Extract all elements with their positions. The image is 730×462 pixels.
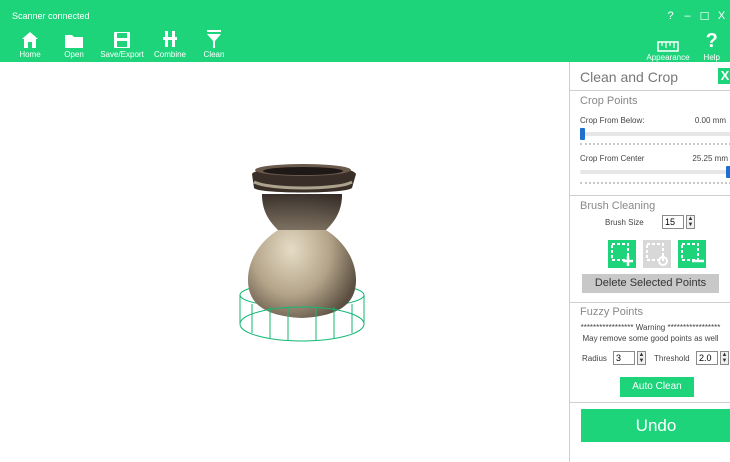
fuzzy-warning-subtext: May remove some good points as well — [582, 334, 719, 343]
home-button[interactable]: Home — [8, 27, 52, 59]
window-controls: ? – ☐ X — [662, 10, 730, 23]
combine-icon — [148, 27, 192, 49]
crop-center-ticks — [580, 182, 730, 184]
threshold-input[interactable]: 2.0 — [696, 351, 718, 365]
undo-button[interactable]: Undo — [581, 409, 730, 442]
home-icon — [8, 27, 52, 49]
crop-center-value: 25.25 mm — [692, 154, 728, 163]
brush-select-button[interactable] — [643, 240, 671, 268]
brush-cleaning-title: Brush Cleaning — [580, 200, 656, 212]
combine-button[interactable]: Combine — [148, 27, 192, 59]
fuzzy-points-title: Fuzzy Points — [580, 306, 643, 318]
scanned-vase-model — [239, 164, 365, 342]
appearance-label: Appearance — [646, 53, 690, 62]
fuzzy-warning: ***************** Warning **************… — [580, 323, 721, 332]
save-export-button[interactable]: Save/Export — [96, 27, 148, 59]
maximize-button[interactable]: ☐ — [696, 10, 713, 23]
crop-points-title: Crop Points — [580, 95, 638, 107]
crop-below-ticks — [580, 143, 730, 145]
minimize-button[interactable]: – — [679, 10, 696, 23]
crop-below-thumb[interactable] — [580, 128, 585, 140]
question-icon: ? — [705, 30, 718, 52]
connection-status: Scanner connected — [12, 11, 90, 21]
radius-stepper[interactable]: ▲ ▼ — [637, 351, 646, 365]
section-divider — [570, 402, 730, 403]
save-icon — [96, 27, 148, 49]
close-panel-button[interactable]: X — [718, 68, 730, 84]
brush-remove-button[interactable] — [678, 240, 706, 268]
crop-center-slider[interactable] — [580, 170, 730, 174]
open-label: Open — [64, 50, 84, 59]
clean-button[interactable]: Clean — [192, 27, 236, 59]
open-button[interactable]: Open — [52, 27, 96, 59]
crop-below-value: 0.00 mm — [694, 116, 726, 125]
combine-label: Combine — [153, 50, 186, 59]
panel-header: Clean and Crop X — [570, 62, 730, 91]
clean-label: Clean — [203, 50, 225, 59]
crop-center-thumb[interactable] — [726, 166, 730, 178]
help-window-button[interactable]: ? — [662, 10, 679, 23]
crop-below-label: Crop From Below: — [580, 116, 645, 125]
brush-add-button[interactable] — [608, 240, 636, 268]
ruler-icon — [646, 30, 689, 52]
select-remove-icon — [681, 243, 704, 263]
auto-clean-button[interactable]: Auto Clean — [620, 377, 694, 397]
home-label: Home — [19, 50, 41, 59]
scanner-app: Scanner connected ? – ☐ X Home Open Save… — [0, 0, 730, 462]
crop-center-label: Crop From Center — [580, 154, 645, 163]
brush-size-label: Brush Size — [605, 218, 644, 227]
radius-input[interactable]: 3 — [613, 351, 635, 365]
appearance-button[interactable]: Appearance — [642, 30, 693, 62]
brush-size-stepper[interactable]: ▲ ▼ — [686, 215, 695, 229]
model-viewport[interactable] — [0, 62, 569, 462]
clean-crop-panel: Clean and Crop X Crop Points Crop From B… — [569, 62, 730, 462]
help-button[interactable]: ? Help — [700, 30, 724, 62]
delete-selected-points-button[interactable]: Delete Selected Points — [582, 274, 719, 293]
select-circle-icon — [646, 243, 668, 266]
save-export-label: Save/Export — [100, 50, 144, 59]
threshold-stepper[interactable]: ▲ ▼ — [720, 351, 729, 365]
section-divider — [570, 195, 730, 196]
crop-below-slider[interactable] — [580, 132, 730, 136]
radius-label: Radius — [582, 354, 607, 363]
help-label: Help — [703, 53, 720, 62]
panel-title: Clean and Crop — [580, 69, 679, 85]
select-add-icon — [611, 243, 633, 266]
section-divider — [570, 302, 730, 303]
brush-size-input[interactable]: 15 — [662, 215, 684, 229]
folder-icon — [52, 27, 96, 49]
top-toolbar: Scanner connected ? – ☐ X Home Open Save… — [0, 0, 730, 62]
close-window-button[interactable]: X — [713, 10, 730, 23]
threshold-label: Threshold — [654, 354, 690, 363]
funnel-icon — [192, 27, 236, 49]
